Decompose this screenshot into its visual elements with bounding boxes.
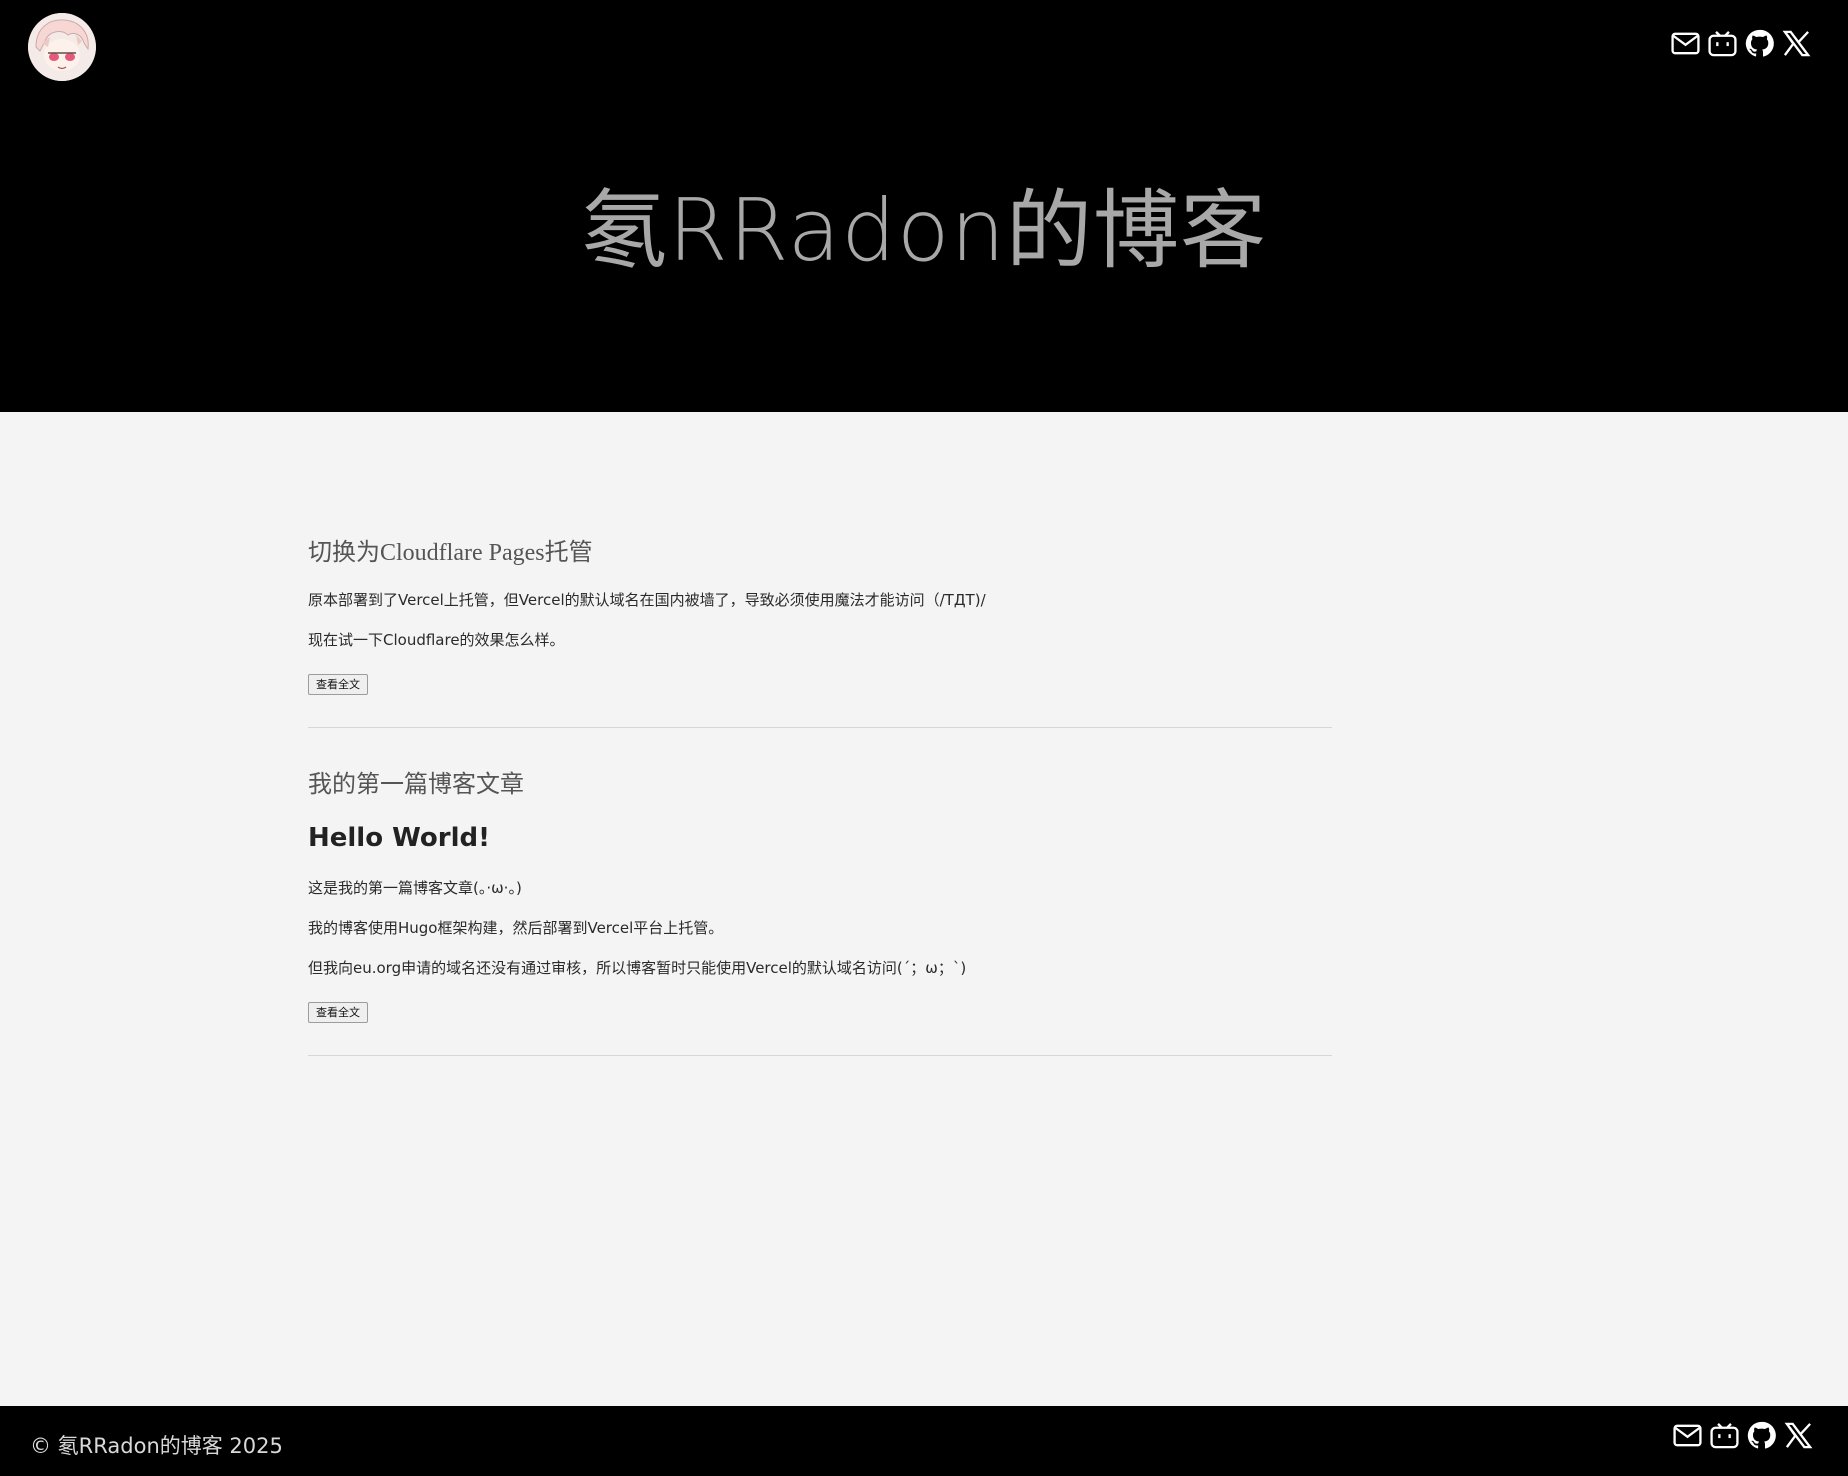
mail-icon xyxy=(1673,1424,1702,1447)
x-icon xyxy=(1784,1422,1813,1449)
post-paragraph: 但我向eu.org申请的域名还没有通过审核，所以博客暂时只能使用Vercel的默… xyxy=(308,959,967,977)
site-header: 氡RRadon的博客 xyxy=(0,0,1848,412)
x-link[interactable] xyxy=(1783,1420,1814,1451)
github-link[interactable] xyxy=(1746,1420,1777,1451)
site-title[interactable]: 氡RRadon的博客 xyxy=(0,160,1848,285)
read-more-button[interactable]: 查看全文 xyxy=(308,674,368,695)
post-paragraph: 这是我的第一篇博客文章(。·ω·。) xyxy=(308,879,522,897)
x-icon xyxy=(1782,30,1811,57)
post-list: 切换为Cloudflare Pages托管 原本部署到了Vercel上托管，但V… xyxy=(308,532,1332,1056)
avatar[interactable] xyxy=(28,13,96,81)
post-paragraph: 现在试一下Cloudflare的效果怎么样。 xyxy=(308,631,565,649)
avatar-image xyxy=(28,13,96,81)
mail-link[interactable] xyxy=(1672,1420,1703,1451)
post-title: 切换为Cloudflare Pages托管 xyxy=(308,532,1332,567)
post-heading: Hello World! xyxy=(308,823,490,853)
copyright-text: © 氡RRadon的博客 2025 xyxy=(30,1434,283,1458)
header-social-links xyxy=(1670,28,1812,59)
post-paragraph: 原本部署到了Vercel上托管，但Vercel的默认域名在国内被墙了，导致必须使… xyxy=(308,591,986,609)
read-more-button[interactable]: 查看全文 xyxy=(308,1002,368,1023)
github-icon xyxy=(1745,29,1774,57)
post-item: 切换为Cloudflare Pages托管 原本部署到了Vercel上托管，但V… xyxy=(308,532,1332,728)
x-link[interactable] xyxy=(1781,28,1812,59)
post-title-link[interactable]: 切换为Cloudflare Pages托管 xyxy=(308,540,593,566)
bilibili-icon xyxy=(1708,31,1737,57)
post-title-link[interactable]: 我的第一篇博客文章 xyxy=(308,772,524,798)
site-footer: © 氡RRadon的博客 2025 xyxy=(0,1406,1848,1476)
mail-link[interactable] xyxy=(1670,28,1701,59)
bilibili-link[interactable] xyxy=(1707,28,1738,59)
post-title: 我的第一篇博客文章 xyxy=(308,764,1332,799)
bilibili-icon xyxy=(1710,1423,1739,1449)
footer-social-links xyxy=(1672,1420,1814,1451)
post-item: 我的第一篇博客文章 Hello World! 这是我的第一篇博客文章(。·ω·。… xyxy=(308,764,1332,1056)
post-paragraph: 我的博客使用Hugo框架构建，然后部署到Vercel平台上托管。 xyxy=(308,919,724,937)
github-icon xyxy=(1747,1421,1776,1449)
bilibili-link[interactable] xyxy=(1709,1420,1740,1451)
mail-icon xyxy=(1671,32,1700,55)
github-link[interactable] xyxy=(1744,28,1775,59)
